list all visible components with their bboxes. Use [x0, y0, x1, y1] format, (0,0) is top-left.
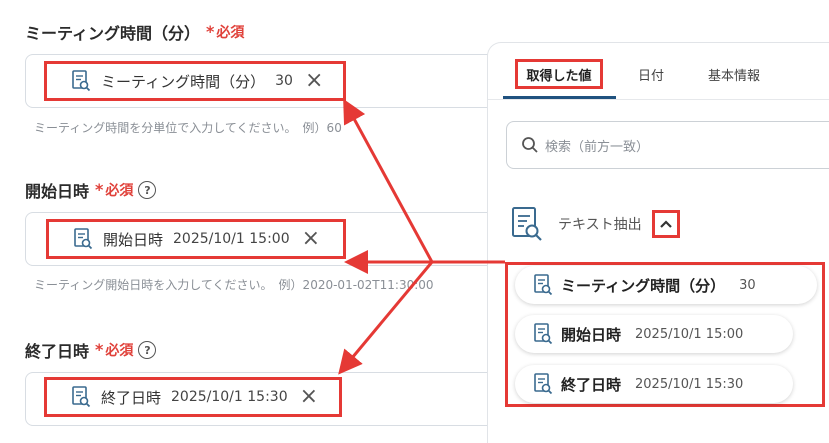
chip-value: 2025/10/1 15:00: [173, 231, 290, 247]
result-name: ミーティング時間（分）: [561, 276, 726, 295]
chip-value: 2025/10/1 15:30: [171, 389, 288, 405]
result-value: 30: [739, 277, 756, 293]
close-icon[interactable]: ×: [300, 386, 318, 408]
help-circle-icon[interactable]: ?: [138, 341, 157, 359]
field-label-start-datetime: 開始日時 * 必須 ?: [25, 178, 157, 202]
tab-acquired-values[interactable]: 取得した値: [515, 59, 603, 89]
field-label-end-datetime: 終了日時 * 必須 ?: [25, 338, 157, 362]
section-title: テキスト抽出: [558, 217, 642, 233]
panel-tabs: 取得した値 日付 基本情報: [488, 43, 829, 100]
required-badge: * 必須: [95, 180, 134, 199]
search-input[interactable]: 検索（前方一致）: [506, 121, 829, 169]
document-search-icon: [71, 386, 91, 408]
chip-label: ミーティング時間（分）: [101, 72, 266, 91]
help-circle-icon[interactable]: ?: [138, 181, 157, 199]
document-search-icon: [73, 228, 93, 250]
active-tab-indicator: [503, 96, 616, 99]
field-label-text: 開始日時: [25, 182, 90, 201]
document-search-icon: [510, 206, 544, 242]
chevron-up-icon[interactable]: [651, 210, 680, 238]
result-item-meeting-time[interactable]: ミーティング時間（分） 30: [515, 266, 817, 304]
field-hint: ミーティング時間を分単位で入力してください。 例）60: [34, 121, 342, 135]
section-text-extraction: テキスト抽出: [510, 206, 680, 242]
tab-date[interactable]: 日付: [638, 65, 664, 84]
meeting-time-chip[interactable]: ミーティング時間（分） 30 ×: [44, 61, 346, 101]
result-value: 2025/10/1 15:30: [635, 376, 744, 392]
document-search-icon: [71, 70, 91, 92]
close-icon[interactable]: ×: [305, 70, 323, 92]
document-search-icon: [533, 274, 553, 296]
result-value: 2025/10/1 15:00: [635, 326, 744, 342]
tab-label: 取得した値: [526, 68, 592, 84]
field-label-meeting-time: ミーティング時間（分） * 必須: [25, 20, 244, 44]
field-label-text: ミーティング時間（分）: [25, 24, 201, 43]
end-datetime-chip[interactable]: 終了日時 2025/10/1 15:30 ×: [44, 377, 342, 417]
search-placeholder: 検索（前方一致）: [545, 139, 650, 155]
close-icon[interactable]: ×: [302, 228, 320, 250]
search-icon: [521, 136, 539, 154]
tab-basic-info[interactable]: 基本情報: [708, 65, 760, 84]
result-item-start-datetime[interactable]: 開始日時 2025/10/1 15:00: [515, 315, 793, 353]
start-datetime-chip[interactable]: 開始日時 2025/10/1 15:00 ×: [46, 219, 346, 259]
chip-label: 終了日時: [101, 388, 162, 407]
result-item-end-datetime[interactable]: 終了日時 2025/10/1 15:30: [515, 365, 793, 403]
required-badge: * 必須: [206, 22, 245, 41]
field-label-text: 終了日時: [25, 342, 90, 361]
result-name: 開始日時: [561, 325, 622, 344]
document-search-icon: [533, 323, 553, 345]
result-name: 終了日時: [561, 375, 622, 394]
document-search-icon: [533, 373, 553, 395]
required-badge: * 必須: [95, 340, 134, 359]
chip-value: 30: [275, 73, 293, 89]
chip-label: 開始日時: [103, 230, 164, 249]
field-hint: ミーティング開始日時を入力してください。 例）2020-01-02T11:30:…: [34, 278, 434, 292]
